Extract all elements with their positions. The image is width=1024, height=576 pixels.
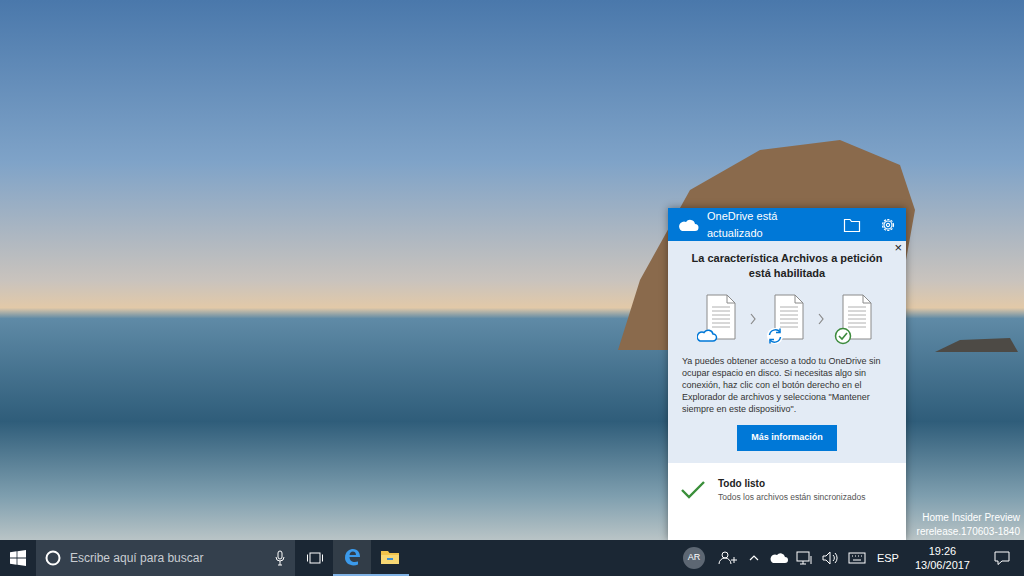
- screen: Home Insider Preview rerelease.170603-18…: [0, 0, 1024, 576]
- edge-logo-icon: [342, 547, 362, 567]
- sync-detail: Todos los archivos están sincronizados: [718, 491, 865, 503]
- gear-icon[interactable]: [879, 216, 897, 234]
- people-icon[interactable]: [717, 549, 739, 567]
- user-avatar[interactable]: AR: [683, 547, 705, 569]
- status-text: OneDrive está actualizado: [707, 208, 835, 241]
- watermark-line: rerelease.170603-1840: [917, 525, 1020, 539]
- folder-icon: [380, 549, 400, 565]
- notice-body: Ya puedes obtener acceso a todo tu OneDr…: [682, 355, 892, 415]
- edge-button[interactable]: [333, 540, 371, 576]
- microphone-icon[interactable]: [275, 550, 285, 566]
- clock-date: 13/06/2017: [915, 558, 970, 572]
- folder-icon[interactable]: [843, 217, 861, 233]
- chevron-icon: [749, 313, 757, 325]
- chevron-icon: [817, 313, 825, 325]
- more-info-button[interactable]: Más información: [737, 425, 837, 451]
- checkmark-icon: [680, 479, 706, 501]
- search-box[interactable]: [36, 540, 295, 576]
- system-tray: AR ESP: [683, 540, 1024, 576]
- keyboard-icon[interactable]: [847, 550, 867, 566]
- taskbar: AR ESP: [0, 540, 1024, 576]
- windows-logo-icon: [10, 550, 26, 566]
- notification-icon: [993, 550, 1011, 566]
- onedrive-cloud-icon: [677, 218, 699, 232]
- volume-icon[interactable]: [821, 550, 841, 566]
- task-view-icon: [306, 551, 324, 565]
- syncing-file-icon: [765, 293, 809, 345]
- files-on-demand-illustration: [697, 293, 877, 345]
- watermark: Home Insider Preview rerelease.170603-18…: [917, 511, 1020, 539]
- clock-time: 19:26: [929, 544, 957, 558]
- online-file-icon: [697, 293, 741, 345]
- sync-title: Todo listo: [718, 477, 865, 491]
- device-icon[interactable]: [795, 550, 815, 566]
- show-hidden-icons-icon[interactable]: [745, 549, 763, 567]
- flyout-header: OneDrive está actualizado: [668, 208, 906, 241]
- start-button[interactable]: [0, 540, 36, 576]
- notice-title: La característica Archivos a petición es…: [682, 251, 892, 281]
- search-input[interactable]: [70, 549, 267, 567]
- onedrive-flyout: OneDrive está actualizado × La caracterí…: [668, 208, 906, 540]
- onedrive-tray-icon[interactable]: [769, 551, 789, 565]
- task-view-button[interactable]: [297, 540, 333, 576]
- local-file-icon: [833, 293, 877, 345]
- file-explorer-button[interactable]: [371, 540, 409, 576]
- sync-text: Todo listo Todos los archivos están sinc…: [718, 477, 865, 503]
- notice-panel: × La característica Archivos a petición …: [668, 241, 906, 463]
- watermark-line: Home Insider Preview: [922, 511, 1020, 525]
- cortana-icon: [44, 549, 62, 567]
- sync-status: Todo listo Todos los archivos están sinc…: [668, 463, 906, 541]
- desktop: Home Insider Preview rerelease.170603-18…: [0, 0, 1024, 540]
- clock[interactable]: 19:26 13/06/2017: [909, 544, 976, 572]
- action-center-button[interactable]: [982, 540, 1022, 576]
- close-button[interactable]: ×: [894, 241, 902, 255]
- language-indicator[interactable]: ESP: [873, 550, 903, 567]
